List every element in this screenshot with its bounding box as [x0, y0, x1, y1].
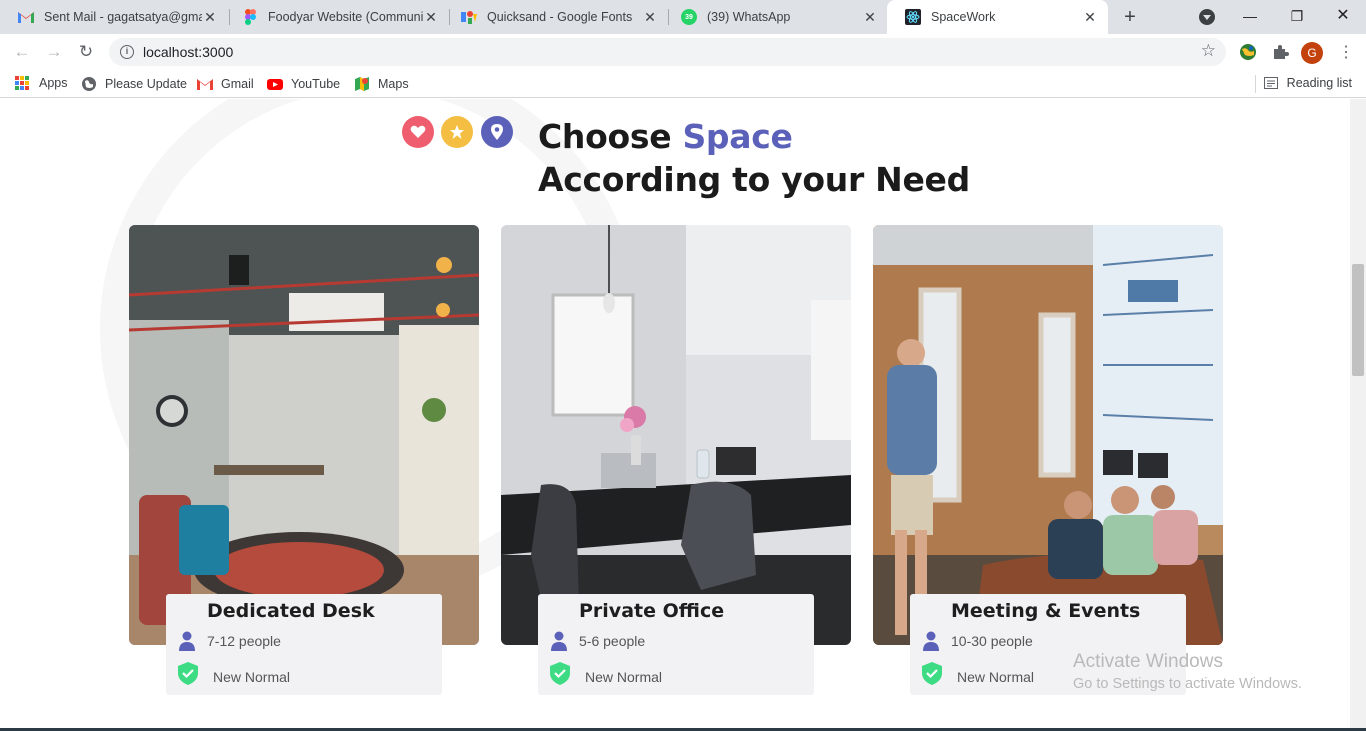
reload-icon[interactable]: ↻: [76, 42, 96, 62]
heading-prefix: Choose: [538, 117, 683, 156]
card-capacity: 10-30 people: [951, 633, 1033, 649]
bookmark-maps[interactable]: Maps: [354, 76, 409, 92]
youtube-icon: [267, 79, 283, 90]
card-capacity: 5-6 people: [579, 633, 646, 649]
figma-icon: [242, 9, 258, 25]
card-image-private-office[interactable]: [501, 225, 851, 645]
reading-list-label: Reading list: [1286, 76, 1352, 90]
more-menu-icon[interactable]: ⋮: [1338, 42, 1354, 62]
tab-whatsapp[interactable]: 39 (39) WhatsApp ✕: [663, 0, 888, 34]
tab-title: Quicksand - Google Fonts: [487, 10, 633, 24]
bookmark-gmail[interactable]: Gmail: [197, 76, 254, 92]
bookmark-label: Please Update: [105, 77, 188, 91]
tab-title: SpaceWork: [931, 10, 996, 24]
person-icon: [179, 631, 195, 651]
forward-arrow-icon[interactable]: →: [44, 42, 64, 62]
globe-extension-icon[interactable]: [1239, 43, 1257, 61]
reading-list-button[interactable]: Reading list: [1263, 76, 1352, 90]
bookmark-label: Apps: [39, 76, 68, 90]
card-info-private-office: Private Office 5-6 people New Normal: [538, 594, 814, 695]
card-tag: New Normal: [213, 669, 291, 685]
page-viewport: Choose Space According to your Need Dedi…: [0, 99, 1350, 731]
globe-icon: [82, 77, 96, 91]
tab-title: (39) WhatsApp: [707, 10, 791, 24]
activate-windows-watermark: Activate Windows Go to Settings to activ…: [1073, 651, 1302, 692]
close-icon[interactable]: ✕: [423, 9, 439, 26]
private-office-photo: [501, 225, 851, 645]
close-icon[interactable]: ✕: [1082, 9, 1098, 26]
card-tag: New Normal: [957, 669, 1035, 685]
heading-line-two: According to your Need: [538, 160, 970, 199]
card-title: Dedicated Desk: [207, 600, 375, 622]
react-icon: [905, 9, 921, 25]
maps-icon: [355, 77, 369, 91]
gmail-icon: [18, 9, 34, 25]
close-icon[interactable]: ✕: [862, 9, 878, 26]
shield-check-icon: [178, 662, 198, 685]
heart-icon: [402, 116, 434, 148]
scrollbar-thumb[interactable]: [1352, 264, 1364, 376]
whatsapp-icon: 39: [681, 9, 697, 25]
tab-sent-mail[interactable]: Sent Mail - gagatsatya@gmail ✕: [0, 0, 228, 34]
bookmark-please-update[interactable]: Please Update: [81, 76, 187, 92]
meeting-presentation-photo: [873, 225, 1223, 645]
card-image-dedicated-desk[interactable]: [129, 225, 479, 645]
tab-search-icon[interactable]: [1199, 9, 1215, 25]
bookmark-label: YouTube: [291, 77, 341, 91]
shield-check-icon: [922, 662, 942, 685]
bookmark-youtube[interactable]: YouTube: [267, 76, 340, 92]
bookmark-label: Maps: [378, 77, 409, 91]
notification-count: 39: [685, 13, 693, 21]
gmail-icon: [197, 79, 213, 90]
person-icon: [551, 631, 567, 651]
reading-list-icon: [1263, 77, 1278, 89]
profile-avatar[interactable]: G: [1301, 42, 1323, 64]
window-close-icon[interactable]: ✕: [1331, 5, 1355, 27]
puzzle-extensions-icon[interactable]: [1271, 43, 1289, 61]
page-scrollbar[interactable]: [1350, 99, 1366, 731]
tab-spacework[interactable]: SpaceWork ✕: [887, 0, 1108, 34]
apps-grid-icon: [15, 76, 29, 90]
shield-check-icon: [550, 662, 570, 685]
bookmark-label: Gmail: [221, 77, 254, 91]
card-title: Meeting & Events: [951, 600, 1141, 622]
bookmark-star-icon[interactable]: ☆: [1201, 41, 1216, 61]
tab-foodyar[interactable]: Foodyar Website (Community ✕: [224, 0, 449, 34]
tab-quicksand[interactable]: Quicksand - Google Fonts ✕: [443, 0, 668, 34]
close-icon[interactable]: ✕: [202, 9, 218, 26]
close-icon[interactable]: ✕: [642, 9, 658, 26]
heading-accent: Space: [682, 117, 793, 156]
watermark-title: Activate Windows: [1073, 651, 1223, 672]
new-tab-plus-icon[interactable]: +: [1118, 5, 1142, 29]
back-arrow-icon[interactable]: ←: [12, 42, 32, 62]
bookmarks-divider: [1255, 75, 1256, 93]
card-tag: New Normal: [585, 669, 663, 685]
section-heading: Choose Space According to your Need: [538, 115, 970, 201]
bookmark-apps[interactable]: Apps: [15, 76, 68, 90]
watermark-subtitle: Go to Settings to activate Windows.: [1073, 676, 1302, 692]
coworking-lounge-photo: [129, 225, 479, 645]
tab-title: Foodyar Website (Community: [268, 10, 423, 24]
minimize-icon[interactable]: —: [1238, 5, 1262, 27]
person-icon: [923, 631, 939, 651]
browser-toolbar: ← → ↻ i localhost:3000 ☆ G ⋮: [0, 34, 1366, 70]
card-capacity: 7-12 people: [207, 633, 281, 649]
restore-icon[interactable]: ❐: [1285, 5, 1309, 27]
card-info-dedicated-desk: Dedicated Desk 7-12 people New Normal: [166, 594, 442, 695]
url-text[interactable]: localhost:3000: [143, 44, 233, 60]
star-icon: [441, 116, 473, 148]
card-title: Private Office: [579, 600, 725, 622]
browser-tab-strip: Sent Mail - gagatsatya@gmail ✕ Foodyar W…: [0, 0, 1366, 34]
bookmarks-bar: Apps Please Update Gmail YouTube Maps Re…: [0, 70, 1366, 98]
address-bar[interactable]: i localhost:3000 ☆: [109, 38, 1226, 66]
google-fonts-icon: [461, 9, 477, 25]
location-pin-icon: [481, 116, 513, 148]
tab-title: Sent Mail - gagatsatya@gmail: [44, 10, 202, 24]
site-info-icon[interactable]: i: [120, 45, 134, 59]
card-image-meeting-events[interactable]: [873, 225, 1223, 645]
